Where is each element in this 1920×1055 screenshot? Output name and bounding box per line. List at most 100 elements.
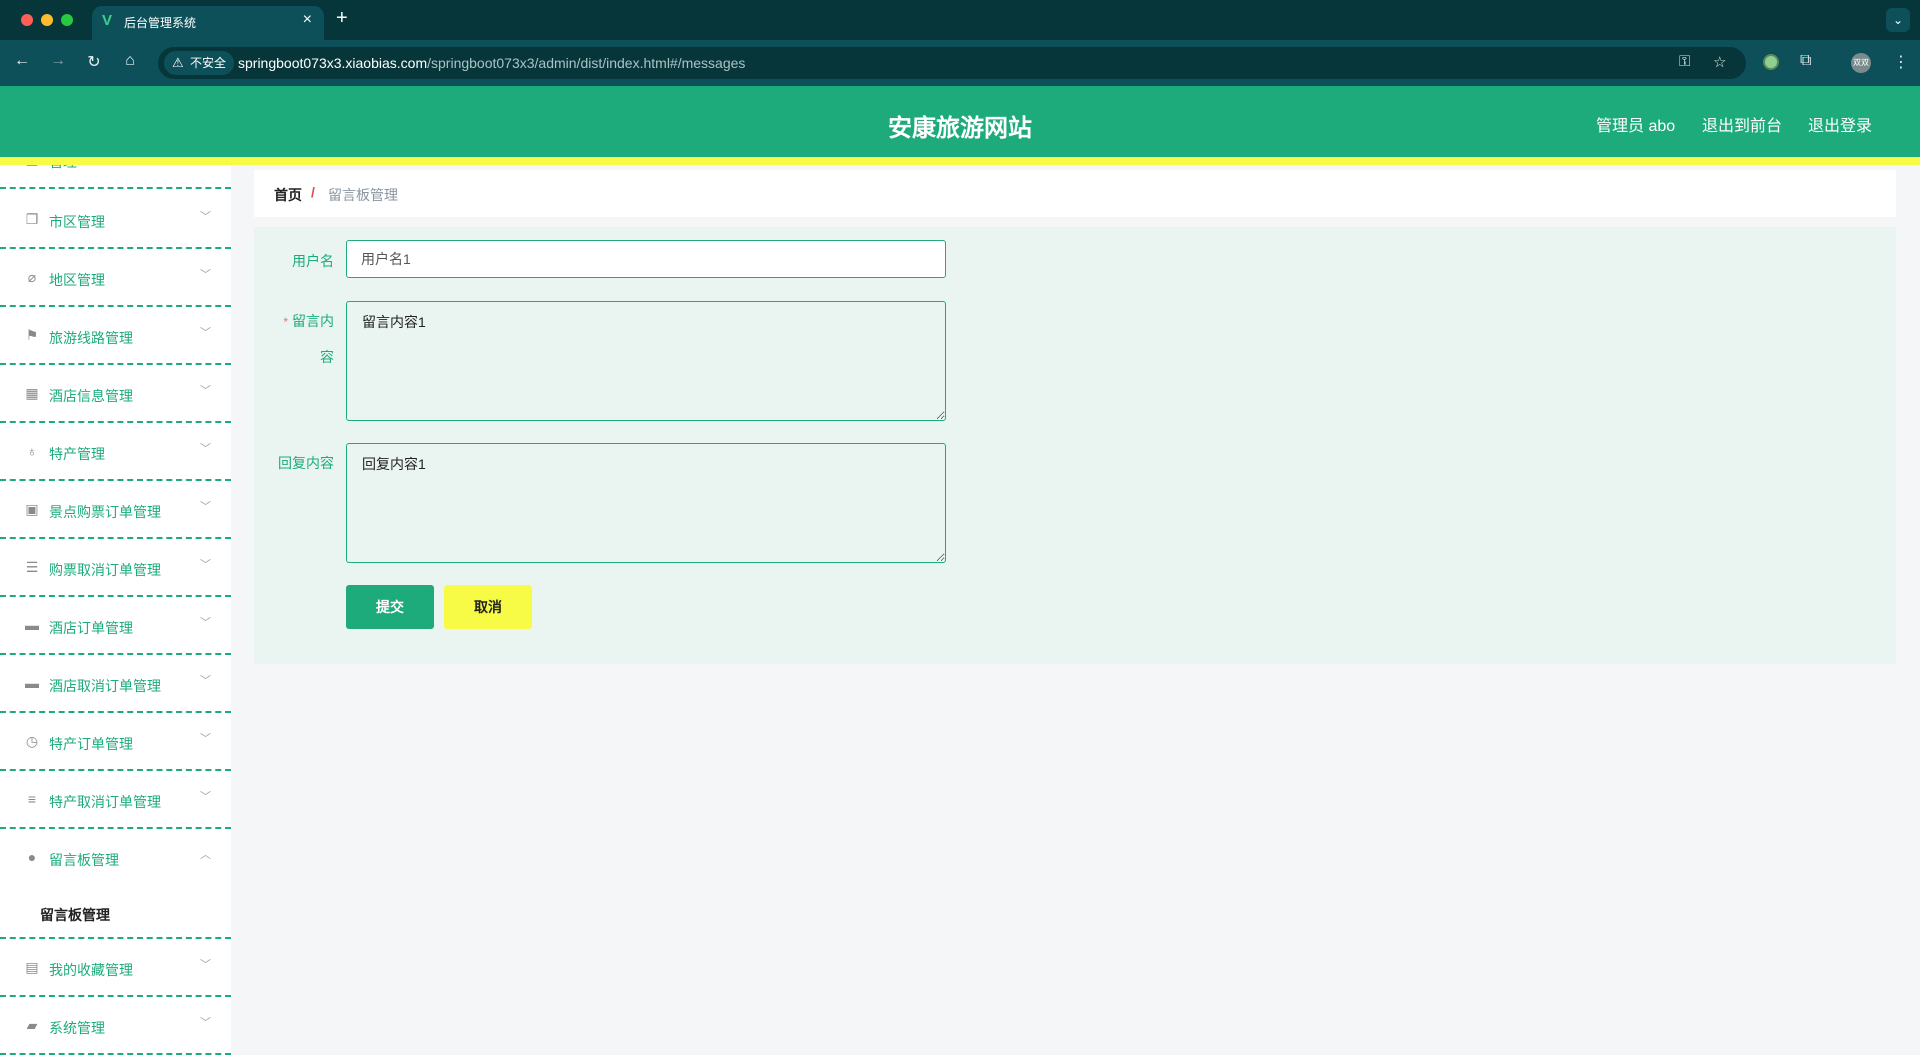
printer-icon: ▬	[25, 675, 39, 691]
home-icon[interactable]: ⌂	[119, 52, 141, 70]
close-icon[interactable]: ×	[303, 11, 312, 29]
microphone-icon: ♁	[26, 443, 38, 459]
star-icon[interactable]: ☆	[1713, 53, 1726, 71]
chevron-down-icon: ﹀	[200, 791, 211, 803]
insecure-label: 不安全	[190, 56, 227, 70]
sidebar-item-label: 景点购票订单管理	[49, 504, 161, 520]
exit-to-front-link[interactable]: 退出到前台	[1702, 112, 1782, 136]
sidebar-item-hotel-info[interactable]: ▦ 酒店信息管理 ﹀	[0, 365, 231, 423]
browser-tab[interactable]: V 后台管理系统 ×	[92, 6, 324, 40]
sidebar-item-label: 系统管理	[49, 1020, 105, 1036]
notebook-icon: ▤	[25, 959, 39, 975]
reload-icon[interactable]: ↻	[83, 52, 105, 72]
sidebar-item-system[interactable]: ▰ 系统管理 ﹀	[0, 997, 231, 1055]
chevron-down-icon: ﹀	[200, 501, 211, 513]
avatar[interactable]: 双双	[1851, 53, 1871, 73]
url-path: /springboot073x3/admin/dist/index.html#/…	[427, 55, 746, 71]
chevron-up-icon: ︿	[200, 849, 211, 861]
sidebar-item-label: 旅游线路管理	[49, 330, 133, 346]
logout-link[interactable]: 退出登录	[1808, 112, 1872, 136]
breadcrumb: 首页 / 留言板管理	[254, 170, 1896, 217]
sliders-icon: ≡	[27, 791, 37, 807]
sidebar-item-messages[interactable]: ● 留言板管理 ︿	[0, 829, 231, 887]
chevron-down-icon[interactable]: ⌄	[1886, 8, 1910, 32]
sidebar-item-favorites[interactable]: ▤ 我的收藏管理 ﹀	[0, 939, 231, 997]
sidebar-item-label: 管理	[49, 165, 77, 172]
list-icon: ☰	[25, 559, 39, 575]
list-icon: ▤	[24, 165, 40, 167]
sidebar-item-label: 我的收藏管理	[49, 962, 133, 978]
sidebar-item-label: 留言板管理	[49, 852, 119, 868]
back-arrow-icon[interactable]: ←	[11, 52, 33, 70]
chevron-down-icon: ﹀	[200, 733, 211, 745]
sidebar-item-label: 特产订单管理	[49, 736, 133, 752]
sidebar-item-specialty-orders[interactable]: ◷ 特产订单管理 ﹀	[0, 713, 231, 771]
bell-off-icon: ⌀	[27, 269, 37, 285]
chevron-down-icon: ﹀	[200, 385, 211, 397]
breadcrumb-current: 留言板管理	[328, 187, 398, 203]
forward-arrow-icon[interactable]: →	[47, 52, 69, 70]
content-label: * 留言内	[264, 311, 334, 331]
content-label-line2: 容	[320, 349, 334, 365]
key-icon[interactable]: ⚿	[1679, 53, 1690, 70]
browser-tabbar: V 后台管理系统 × + ⌄	[0, 0, 1920, 40]
balloon-icon: ●	[27, 849, 37, 865]
address-bar[interactable]: ⚠ 不安全 springboot073x3.xiaobias.com/sprin…	[158, 47, 1746, 79]
tab-title: 后台管理系统	[124, 16, 197, 30]
chevron-down-icon: ﹀	[200, 211, 211, 223]
sidebar-item-partial[interactable]: ▤ 管理	[0, 165, 231, 189]
breadcrumb-separator: /	[311, 184, 315, 200]
sidebar-item-ticket-cancel[interactable]: ☰ 购票取消订单管理 ﹀	[0, 539, 231, 597]
chevron-down-icon: ﹀	[200, 1017, 211, 1029]
sidebar-item-label: 酒店信息管理	[49, 388, 133, 404]
admin-user-label: 管理员 abo	[1596, 118, 1676, 135]
chevron-down-icon: ﹀	[200, 443, 211, 455]
cancel-button[interactable]: 取消	[444, 585, 532, 629]
sidebar-item-label: 购票取消订单管理	[49, 562, 161, 578]
breadcrumb-home[interactable]: 首页	[274, 185, 302, 205]
sidebar-item-route[interactable]: ⚑ 旅游线路管理 ﹀	[0, 307, 231, 365]
sidebar-subitem-messages[interactable]: 留言板管理	[0, 887, 231, 939]
sidebar-item-label: 特产管理	[49, 446, 105, 462]
browser-toolbar: ← → ↻ ⌂ ⚠ 不安全 springboot073x3.xiaobias.c…	[0, 40, 1920, 86]
close-window-button[interactable]	[21, 14, 33, 26]
more-vertical-icon[interactable]: ⋮	[1893, 52, 1909, 72]
sidebar-item-label: 酒店取消订单管理	[49, 678, 161, 694]
monitor-icon: ▬	[25, 617, 39, 633]
reply-content-field[interactable]: 回复内容1	[346, 443, 946, 563]
vue-icon: V	[102, 12, 113, 29]
submit-button[interactable]: 提交	[346, 585, 434, 629]
clipboard-icon: ▣	[25, 501, 39, 517]
copy-icon: ❐	[25, 211, 39, 227]
message-content-field[interactable]: 留言内容1	[346, 301, 946, 421]
chevron-down-icon: ﹀	[200, 959, 211, 971]
sidebar: ▤ 管理 ❐ 市区管理 ﹀ ⌀ 地区管理 ﹀ ⚑ 旅游线路管理 ﹀ ▦ 酒店信息…	[0, 165, 231, 1055]
sidebar-item-hotel-orders[interactable]: ▬ 酒店订单管理 ﹀	[0, 597, 231, 655]
chevron-down-icon: ﹀	[200, 269, 211, 281]
minimize-window-button[interactable]	[41, 14, 53, 26]
sidebar-item-specialty[interactable]: ♁ 特产管理 ﹀	[0, 423, 231, 481]
content-label-line1: 留言内	[292, 313, 334, 329]
sidebar-item-hotel-cancel[interactable]: ▬ 酒店取消订单管理 ﹀	[0, 655, 231, 713]
username-field[interactable]	[346, 240, 946, 278]
sidebar-item-region[interactable]: ⌀ 地区管理 ﹀	[0, 249, 231, 307]
warning-icon: ⚠	[172, 55, 184, 70]
extension-icon[interactable]	[1763, 54, 1779, 70]
puzzle-icon[interactable]: ⧉	[1800, 52, 1811, 70]
chevron-down-icon: ﹀	[200, 675, 211, 687]
plus-icon[interactable]: +	[336, 7, 348, 30]
chevron-down-icon: ﹀	[200, 327, 211, 339]
maximize-window-button[interactable]	[61, 14, 73, 26]
sidebar-item-label: 酒店订单管理	[49, 620, 133, 636]
url-text[interactable]: springboot073x3.xiaobias.com/springboot0…	[238, 55, 745, 71]
clock-icon: ◷	[25, 733, 39, 749]
sidebar-item-label: 地区管理	[49, 272, 105, 288]
security-badge[interactable]: ⚠ 不安全	[164, 51, 235, 75]
sidebar-item-ticket-orders[interactable]: ▣ 景点购票订单管理 ﹀	[0, 481, 231, 539]
reply-label: 回复内容	[278, 455, 334, 471]
app-header: 安康旅游网站 管理员 abo 退出到前台 退出登录	[0, 86, 1920, 157]
header-accent-strip	[0, 157, 1920, 165]
chevron-down-icon: ﹀	[200, 559, 211, 571]
sidebar-item-specialty-cancel[interactable]: ≡ 特产取消订单管理 ﹀	[0, 771, 231, 829]
sidebar-item-city[interactable]: ❐ 市区管理 ﹀	[0, 191, 231, 249]
